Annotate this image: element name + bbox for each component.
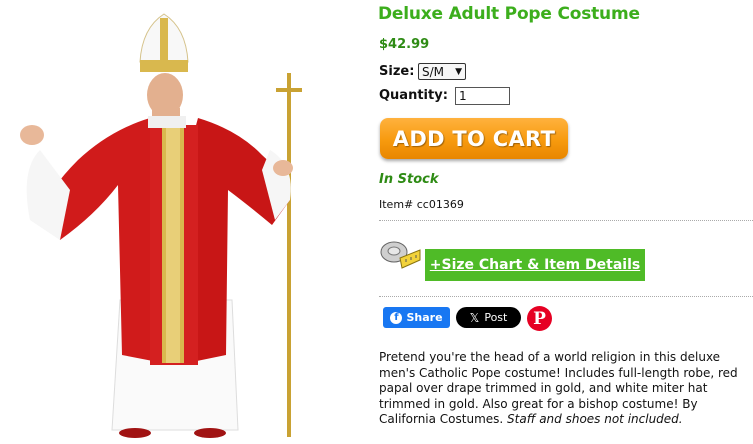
product-title: Deluxe Adult Pope Costume (378, 4, 640, 24)
x-post-button[interactable]: 𝕏 Post (456, 307, 521, 328)
facebook-share-label: Share (406, 311, 443, 324)
facebook-share-button[interactable]: f Share (383, 307, 450, 328)
x-post-label: Post (484, 311, 508, 324)
size-selected-value: S/M (422, 64, 445, 79)
measuring-tape-icon (380, 241, 421, 269)
pinterest-icon[interactable]: P (527, 306, 552, 331)
add-to-cart-button[interactable]: ADD TO CART (380, 118, 568, 159)
item-number: Item# cc01369 (379, 198, 464, 211)
product-price: $42.99 (379, 37, 430, 52)
divider (379, 220, 753, 221)
facebook-icon: f (390, 311, 403, 324)
quantity-label: Quantity: (379, 88, 448, 103)
chevron-down-icon: ▼ (455, 66, 462, 77)
product-image (20, 13, 302, 438)
size-chart-button[interactable]: +Size Chart & Item Details (425, 249, 645, 281)
description-note: Staff and shoes not included. (507, 412, 683, 426)
quantity-input[interactable]: 1 (455, 87, 510, 105)
size-select[interactable]: S/M ▼ (418, 63, 466, 80)
x-logo-icon: 𝕏 (469, 310, 480, 325)
size-label: Size: (379, 64, 415, 79)
divider (379, 296, 753, 297)
product-description: Pretend you're the head of a world relig… (379, 350, 751, 428)
stock-status: In Stock (379, 172, 439, 187)
